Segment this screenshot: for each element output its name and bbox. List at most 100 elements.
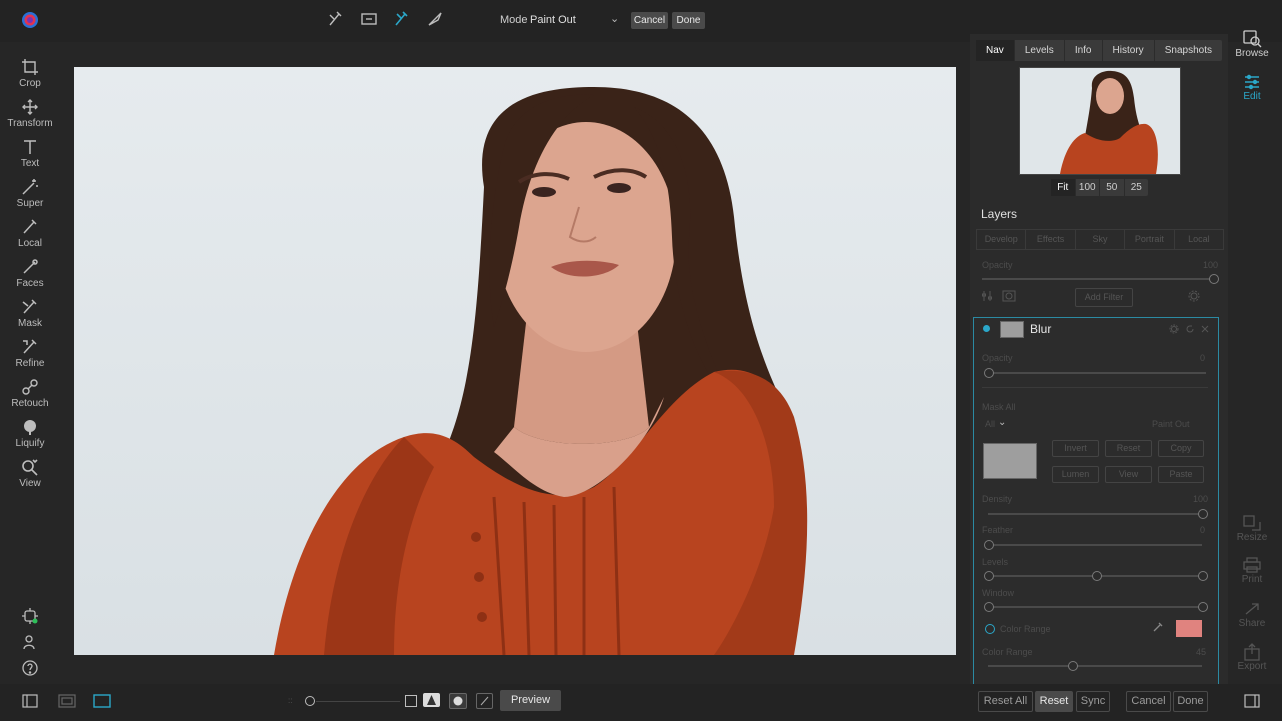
zoom-100[interactable]: 100	[1076, 179, 1100, 196]
brush-size-knob[interactable]	[305, 696, 315, 706]
reset-button[interactable]: Reset	[1035, 691, 1073, 712]
filter-close-icon[interactable]	[1200, 324, 1210, 334]
mask-layer-icon[interactable]	[1002, 290, 1016, 302]
mask-all-select[interactable]: All	[985, 419, 995, 429]
color-range-swatch[interactable]	[1176, 620, 1202, 637]
reset-all-button[interactable]: Reset All	[978, 691, 1033, 712]
perfect-brush-tool-icon[interactable]	[393, 10, 411, 28]
single-view-icon[interactable]	[93, 694, 111, 708]
chisel-tool-icon[interactable]	[426, 10, 444, 28]
window-knob-right[interactable]	[1198, 602, 1208, 612]
account-icon[interactable]	[21, 633, 39, 651]
resize-module[interactable]: Resize	[1232, 514, 1272, 543]
paint-brush-tool-icon[interactable]	[327, 10, 345, 28]
brush-size-slider[interactable]	[316, 701, 400, 702]
show-mask-button[interactable]	[449, 693, 467, 709]
gradient-tool-icon[interactable]	[360, 10, 378, 28]
top-cancel-button[interactable]: Cancel	[631, 12, 668, 29]
tab-info[interactable]: Info	[1065, 40, 1103, 61]
levels-knob-mid[interactable]	[1092, 571, 1102, 581]
cancel-button[interactable]: Cancel	[1126, 691, 1171, 712]
layer-opacity-slider[interactable]	[982, 278, 1214, 280]
layer-opacity-knob[interactable]	[1209, 274, 1219, 284]
filter-tab-local[interactable]: Local	[1175, 230, 1223, 249]
filter-tab-sky[interactable]: Sky	[1076, 230, 1126, 249]
tool-local[interactable]: Local	[0, 217, 60, 249]
print-module[interactable]: Print	[1232, 556, 1272, 585]
filter-thumbnail	[1000, 321, 1024, 338]
share-label: Share	[1238, 618, 1266, 629]
top-done-button[interactable]: Done	[672, 12, 705, 29]
sync-button[interactable]: Sync	[1076, 691, 1110, 712]
mask-copy-button[interactable]: Copy	[1158, 440, 1204, 457]
tool-text[interactable]: Text	[0, 137, 60, 169]
mask-reset-button[interactable]: Reset	[1105, 440, 1152, 457]
mask-invert-button[interactable]: Invert	[1052, 440, 1099, 457]
tool-refine[interactable]: Refine	[0, 337, 60, 369]
portrait-photo	[74, 67, 956, 655]
tab-nav[interactable]: Nav	[976, 40, 1015, 61]
zoom-fit[interactable]: Fit	[1051, 179, 1076, 196]
tab-history[interactable]: History	[1103, 40, 1155, 61]
blur-opacity-slider[interactable]	[988, 372, 1206, 374]
filter-reset-icon[interactable]	[1185, 324, 1195, 334]
chevron-down-icon[interactable]: ⌄	[610, 12, 619, 25]
filter-tab-effects[interactable]: Effects	[1026, 230, 1076, 249]
filter-tab-develop[interactable]: Develop	[977, 230, 1027, 249]
zoom-50[interactable]: 50	[1100, 179, 1125, 196]
color-range-toggle[interactable]	[985, 624, 995, 634]
mask-view-button[interactable]: View	[1105, 466, 1152, 483]
adjust-icon[interactable]	[981, 290, 993, 302]
mask-lumen-button[interactable]: Lumen	[1052, 466, 1099, 483]
left-panel-toggle-icon[interactable]	[22, 694, 38, 708]
feather-knob[interactable]	[984, 540, 994, 550]
tab-levels[interactable]: Levels	[1015, 40, 1065, 61]
density-slider[interactable]	[988, 513, 1202, 515]
mask-paste-button[interactable]: Paste	[1158, 466, 1204, 483]
levels-knob-white[interactable]	[1198, 571, 1208, 581]
mode-select[interactable]: Paint Out	[530, 14, 576, 26]
eyedropper-icon[interactable]	[1152, 621, 1164, 633]
zoom-25[interactable]: 25	[1125, 179, 1149, 196]
tool-faces[interactable]: Faces	[0, 257, 60, 289]
mask-overlay-toggle[interactable]	[405, 695, 417, 707]
tool-mask[interactable]: Mask	[0, 297, 60, 329]
add-filter-button[interactable]: Add Filter	[1075, 288, 1133, 307]
tool-transform[interactable]: Transform	[0, 97, 60, 129]
tab-snapshots[interactable]: Snapshots	[1155, 40, 1222, 61]
tool-crop[interactable]: Crop	[0, 57, 60, 89]
mask-brush-mode-icon[interactable]	[476, 693, 493, 709]
filter-gear-icon[interactable]	[1169, 324, 1179, 334]
window-slider[interactable]	[988, 606, 1202, 608]
tool-retouch[interactable]: Retouch	[0, 377, 60, 409]
plugin-status-icon[interactable]	[21, 607, 39, 625]
print-label: Print	[1241, 574, 1263, 585]
auto-brush-icon[interactable]	[423, 693, 440, 707]
filter-tab-portrait[interactable]: Portrait	[1125, 230, 1175, 249]
density-knob[interactable]	[1198, 509, 1208, 519]
right-panel-toggle-icon[interactable]	[1244, 694, 1260, 708]
compare-view-icon[interactable]	[58, 694, 76, 708]
export-module[interactable]: Export	[1232, 643, 1272, 672]
photo-canvas[interactable]	[74, 67, 956, 655]
help-icon[interactable]	[21, 659, 39, 677]
chevron-down-icon[interactable]: ⌄	[998, 417, 1006, 428]
tool-view[interactable]: View	[0, 457, 60, 489]
preview-button[interactable]: Preview	[500, 690, 561, 711]
edit-module[interactable]: Edit	[1232, 73, 1272, 102]
browse-module[interactable]: Browse	[1232, 28, 1272, 59]
filter-visibility-icon[interactable]	[983, 325, 990, 332]
crop-icon	[20, 57, 40, 77]
tool-liquify[interactable]: Liquify	[0, 417, 60, 449]
levels-knob-black[interactable]	[984, 571, 994, 581]
navigator-thumbnail[interactable]	[1019, 67, 1181, 175]
feather-slider[interactable]	[988, 544, 1202, 546]
done-button[interactable]: Done	[1173, 691, 1208, 712]
tool-super[interactable]: Super	[0, 177, 60, 209]
blur-opacity-knob[interactable]	[984, 368, 994, 378]
color-range-slider[interactable]	[988, 665, 1202, 667]
share-module[interactable]: Share	[1232, 600, 1272, 629]
window-knob-left[interactable]	[984, 602, 994, 612]
gear-icon[interactable]	[1188, 290, 1200, 302]
color-range-knob[interactable]	[1068, 661, 1078, 671]
